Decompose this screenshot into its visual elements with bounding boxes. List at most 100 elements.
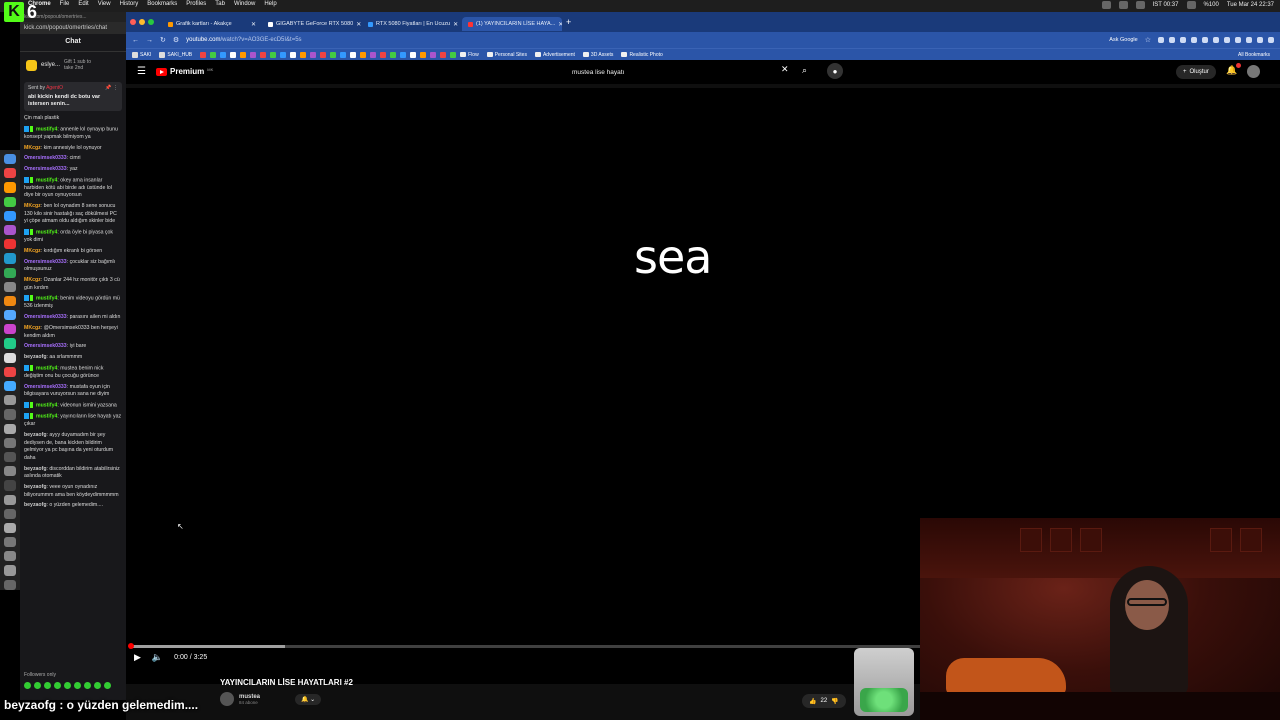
bookmark-favicon-icon[interactable] <box>330 51 337 58</box>
dock-app-icon[interactable] <box>4 267 16 278</box>
subscriber-row[interactable]: eslye... Gift 1 sub to take 2nd <box>20 52 126 78</box>
menubar-clock[interactable]: IST 00:37 <box>1153 2 1179 8</box>
chat-username[interactable]: Omersimsek0333 <box>24 259 67 265</box>
menubar-item[interactable]: History <box>120 1 139 7</box>
back-icon[interactable]: ← <box>132 37 139 44</box>
bookmark-item[interactable]: SAKI_HUB <box>159 51 192 58</box>
close-tab-icon[interactable]: ✕ <box>453 21 458 28</box>
zoom-window-icon[interactable] <box>148 19 154 25</box>
status-icon[interactable] <box>1118 1 1128 9</box>
reload-icon[interactable]: ↻ <box>160 36 166 44</box>
ask-google-button[interactable]: Ask Google <box>1109 37 1137 43</box>
bookmark-folder[interactable]: Personal Sites <box>486 52 527 58</box>
dock-app-icon[interactable] <box>4 381 16 392</box>
dock-app-icon[interactable] <box>4 253 16 264</box>
bookmark-favicon-icon[interactable] <box>430 51 437 58</box>
clear-search-icon[interactable]: ✕ <box>781 64 789 75</box>
chat-username[interactable]: mustify4 <box>36 230 57 236</box>
dock-app-icon[interactable] <box>4 451 16 463</box>
emote-icon[interactable] <box>84 682 91 689</box>
menubar-item[interactable]: File <box>60 1 70 7</box>
dock-app-icon[interactable] <box>4 281 16 292</box>
emote-icon[interactable] <box>24 682 31 689</box>
play-icon[interactable]: ▶ <box>134 652 141 663</box>
menu-icon[interactable]: ☰ <box>137 66 146 77</box>
bookmark-favicon-icon[interactable] <box>260 51 267 58</box>
bookmark-favicon-icon[interactable] <box>220 51 227 58</box>
chat-username[interactable]: beyzaofg <box>24 432 46 438</box>
bookmark-folder[interactable]: 3D Assets <box>582 52 613 58</box>
bookmark-favicon-icon[interactable] <box>310 51 317 58</box>
menubar-item[interactable]: Edit <box>78 1 88 7</box>
dock-app-icon[interactable] <box>4 366 16 377</box>
dock-app-icon[interactable] <box>4 168 16 179</box>
bookmark-favicon-icon[interactable] <box>350 51 357 58</box>
dock-app-icon[interactable] <box>4 210 16 221</box>
extension-icon[interactable] <box>1268 37 1274 43</box>
menubar-item[interactable]: Bookmarks <box>147 1 177 7</box>
pin-icon[interactable]: 📌 ⋮ <box>105 85 118 91</box>
youtube-logo[interactable]: Premium MK <box>156 67 213 76</box>
create-button[interactable]: + Oluştur <box>1176 65 1216 79</box>
bookmark-favicon-icon[interactable] <box>200 51 207 58</box>
bookmark-folder[interactable]: Advertisement <box>534 52 575 58</box>
status-icon[interactable] <box>1135 1 1145 9</box>
channel-avatar[interactable] <box>220 692 234 706</box>
microphone-icon[interactable]: ● <box>827 63 843 79</box>
extension-icon[interactable] <box>1224 37 1230 43</box>
dock-app-icon[interactable] <box>4 579 16 590</box>
forward-icon[interactable]: → <box>146 37 153 44</box>
menubar-item[interactable]: Help <box>264 1 276 7</box>
menubar-datetime[interactable]: Tue Mar 24 22:37 <box>1227 2 1274 8</box>
bookmark-favicon-icon[interactable] <box>290 51 297 58</box>
search-input[interactable]: mustea lise hayatı <box>564 66 796 79</box>
extension-icon[interactable] <box>1202 37 1208 43</box>
pinned-message[interactable]: Sent by AgentO 📌 ⋮ abi kickin kendi dc b… <box>24 82 122 111</box>
dock-app-icon[interactable] <box>4 224 16 236</box>
bookmark-favicon-icon[interactable] <box>360 51 367 58</box>
browser-tab[interactable]: Grafik kartları - Akakçe ✕ <box>162 17 262 31</box>
bookmark-favicon-icon[interactable] <box>250 51 257 58</box>
bookmark-favicon-icon[interactable] <box>270 51 277 58</box>
menubar-item[interactable]: Window <box>234 1 255 7</box>
search-icon[interactable]: ⌕ <box>802 65 807 76</box>
emote-icon[interactable] <box>104 682 111 689</box>
extension-icon[interactable] <box>1180 37 1186 43</box>
chat-username[interactable]: mustify4 <box>36 177 57 183</box>
bookmark-favicon-icon[interactable] <box>320 51 327 58</box>
chat-username[interactable]: beyzaofg <box>24 466 46 472</box>
dock-app-icon[interactable] <box>4 409 16 420</box>
menubar-item[interactable]: Tab <box>215 1 225 7</box>
bookmark-favicon-icon[interactable] <box>410 51 417 58</box>
bookmark-favicon-icon[interactable] <box>380 51 387 58</box>
chat-username[interactable]: mustify4 <box>36 402 57 408</box>
chat-username[interactable]: Omersimsek0333 <box>24 384 67 390</box>
dock-app-icon[interactable] <box>4 522 16 534</box>
dock-app-icon[interactable] <box>4 537 16 548</box>
url-field[interactable]: youtube.com/watch?v=AO3GE-ecD5I&t=5s <box>186 37 1102 43</box>
bookmark-favicon-icon[interactable] <box>440 51 447 58</box>
extension-icon[interactable] <box>1213 37 1219 43</box>
dock-app-icon[interactable] <box>4 437 16 448</box>
bookmark-folder[interactable]: Realistic Photo <box>621 52 663 58</box>
dock-app-icon[interactable] <box>4 338 16 349</box>
extension-icon[interactable] <box>1246 37 1252 43</box>
scrubber-handle[interactable] <box>128 643 134 649</box>
bookmark-favicon-icon[interactable] <box>340 51 347 58</box>
dock-app-icon[interactable] <box>4 466 16 477</box>
close-tab-icon[interactable]: ✕ <box>251 21 256 28</box>
emote-icon[interactable] <box>54 682 61 689</box>
bookmark-favicon-icon[interactable] <box>400 51 407 58</box>
new-tab-icon[interactable]: + <box>566 17 571 27</box>
dock-app-icon[interactable] <box>4 154 16 165</box>
avatar[interactable] <box>1247 65 1260 78</box>
extension-icon[interactable] <box>1257 37 1263 43</box>
extension-icon[interactable] <box>1169 37 1175 43</box>
chat-username[interactable]: mustify4 <box>36 365 57 371</box>
battery-level[interactable]: %100 <box>1204 2 1219 8</box>
wifi-icon[interactable] <box>1186 1 1196 9</box>
extension-icon[interactable] <box>1191 37 1197 43</box>
volume-icon[interactable]: 🔈 <box>152 652 163 663</box>
dock-app-icon[interactable] <box>4 295 16 307</box>
subscription-bell-button[interactable]: 🔔 ⌄ <box>295 693 322 705</box>
